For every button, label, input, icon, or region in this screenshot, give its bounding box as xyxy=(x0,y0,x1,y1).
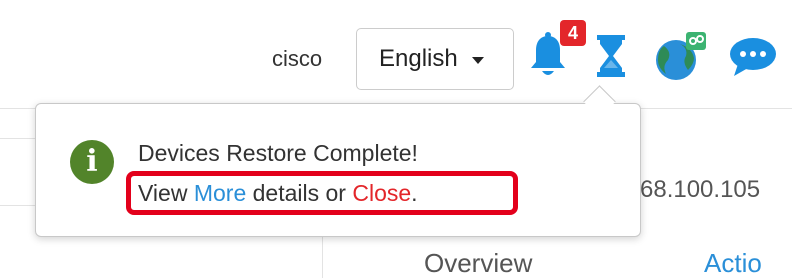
tab-action[interactable]: Actio xyxy=(704,248,762,279)
hourglass-icon[interactable] xyxy=(596,34,626,78)
top-header: cisco English 4 xyxy=(0,0,792,108)
notification-title: Devices Restore Complete! xyxy=(138,140,418,166)
notification-popover xyxy=(35,103,641,237)
username-label: cisco xyxy=(272,46,323,71)
device-ip-label: 68.100.105 xyxy=(640,176,761,203)
language-dropdown[interactable]: English xyxy=(356,28,514,90)
globe-icon[interactable] xyxy=(652,30,708,82)
content-divider xyxy=(0,205,36,206)
notification-count-badge: 4 xyxy=(560,20,586,46)
chat-icon[interactable] xyxy=(728,36,778,78)
chevron-down-icon xyxy=(471,57,484,64)
annotation-highlight-box xyxy=(126,171,518,215)
content-divider xyxy=(322,236,323,278)
tab-overview[interactable]: Overview xyxy=(424,248,532,279)
content-divider xyxy=(0,138,36,139)
language-selected: English xyxy=(379,45,458,72)
info-icon: i xyxy=(70,140,114,184)
